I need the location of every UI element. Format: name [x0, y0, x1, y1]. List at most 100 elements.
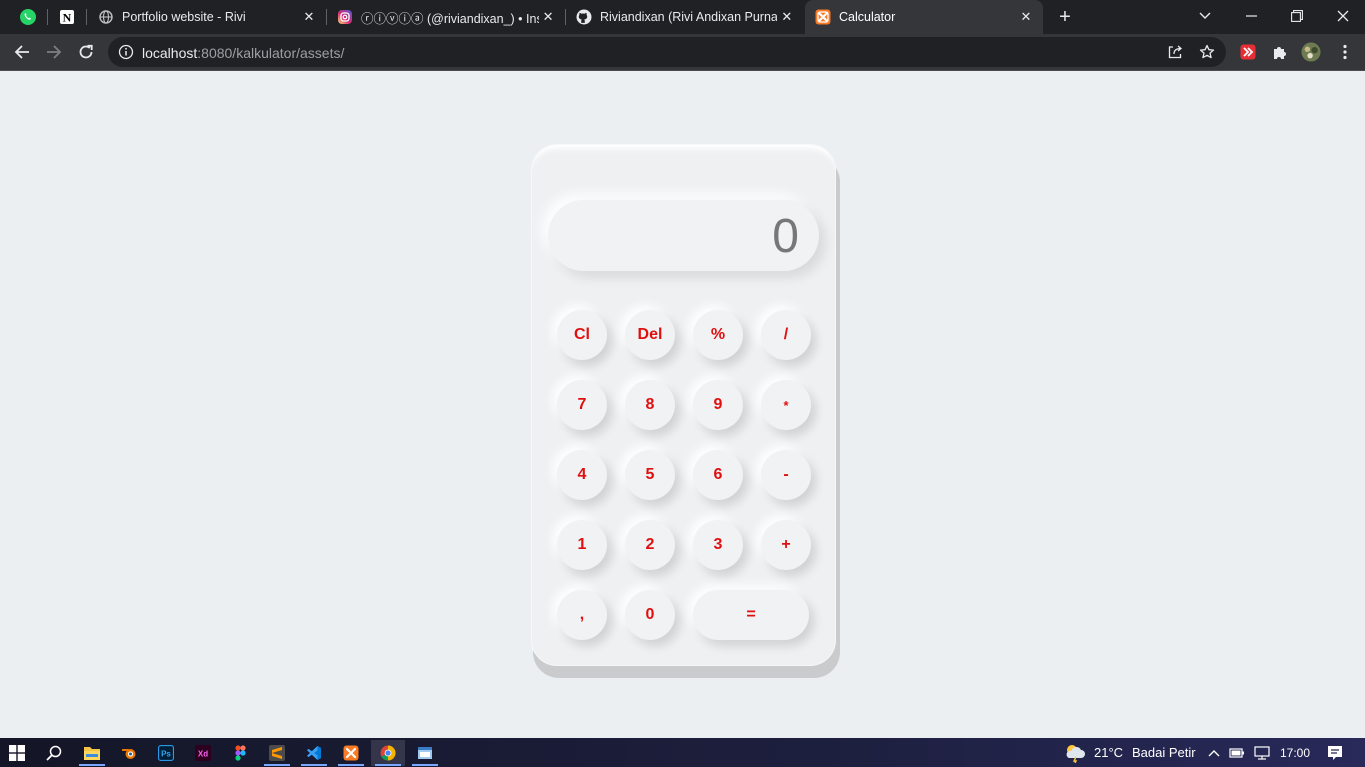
taskbar-window-app[interactable]: [408, 740, 442, 766]
extensions-puzzle-icon[interactable]: [1270, 42, 1290, 62]
adobe-xd-icon: Xd: [195, 745, 211, 761]
tab-search-button[interactable]: [1182, 0, 1228, 32]
display-value: 0: [772, 210, 799, 263]
chrome-icon: [380, 745, 396, 761]
taskbar-vscode[interactable]: [297, 740, 331, 766]
globe-icon: [98, 9, 114, 25]
start-button[interactable]: [0, 740, 34, 766]
tab-title: Calculator: [839, 10, 896, 24]
key-multiply[interactable]: *: [761, 380, 811, 430]
reload-button[interactable]: [72, 38, 100, 66]
share-icon[interactable]: [1166, 43, 1184, 61]
tab-title: Portfolio website - Rivi: [122, 10, 246, 24]
svg-text:Xd: Xd: [198, 750, 208, 759]
restore-icon: [1291, 10, 1303, 22]
key-subtract[interactable]: -: [761, 450, 811, 500]
reload-icon: [79, 44, 93, 59]
minimize-icon: [1245, 15, 1257, 17]
pinned-tab-notion[interactable]: N: [48, 0, 86, 34]
notification-center[interactable]: [1318, 740, 1352, 766]
key-seven[interactable]: 7: [557, 380, 607, 430]
key-zero[interactable]: 0: [625, 590, 675, 640]
key-three[interactable]: 3: [693, 520, 743, 570]
figma-icon: [234, 745, 246, 761]
key-add[interactable]: +: [761, 520, 811, 570]
taskbar-adobe-xd[interactable]: Xd: [186, 740, 220, 766]
browser-toolbar: localhost:8080/kalkulator/assets/: [0, 34, 1365, 71]
taskbar-sublime-text[interactable]: [260, 740, 294, 766]
whatsapp-icon: [20, 9, 36, 25]
taskbar-xampp[interactable]: [334, 740, 368, 766]
new-tab-button[interactable]: +: [1053, 5, 1077, 29]
tray-battery[interactable]: [1227, 740, 1247, 766]
key-five[interactable]: 5: [625, 450, 675, 500]
key-clear[interactable]: Cl: [557, 310, 607, 360]
calculator: 0 Cl Del % / 7 8 9 * 4 5 6 - 1 2 3 + , 0…: [531, 144, 836, 666]
chevron-down-icon: [1199, 12, 1211, 19]
key-eight[interactable]: 8: [625, 380, 675, 430]
battery-icon: [1229, 748, 1244, 758]
url-path: :8080/kalkulator/assets/: [197, 45, 345, 61]
instagram-icon: [337, 9, 353, 25]
weather-widget[interactable]: [1058, 740, 1092, 766]
sublime-text-icon: [269, 745, 285, 761]
menu-kebab-icon[interactable]: [1335, 42, 1355, 62]
calculator-display: 0: [548, 200, 819, 271]
key-four[interactable]: 4: [557, 450, 607, 500]
key-percent[interactable]: %: [693, 310, 743, 360]
address-bar[interactable]: localhost:8080/kalkulator/assets/: [108, 37, 1226, 67]
pinned-tab-whatsapp[interactable]: [9, 0, 47, 34]
key-six[interactable]: 6: [693, 450, 743, 500]
close-window-button[interactable]: [1320, 0, 1365, 32]
tab-github[interactable]: Riviandixan (Rivi Andixan Purnadi) ✕: [566, 0, 803, 34]
weather-condition: Badai Petir: [1132, 745, 1196, 760]
taskbar: Ps Xd 21°C Badai Petir 17:00: [0, 738, 1365, 767]
clock-time[interactable]: 17:00: [1280, 746, 1310, 760]
key-two[interactable]: 2: [625, 520, 675, 570]
close-tab-icon[interactable]: ✕: [298, 6, 320, 28]
star-icon[interactable]: [1198, 43, 1216, 61]
tray-network[interactable]: [1252, 740, 1272, 766]
extension-red-icon[interactable]: [1238, 42, 1258, 62]
profile-avatar[interactable]: [1301, 42, 1321, 62]
close-tab-icon[interactable]: ✕: [1015, 6, 1037, 28]
key-one[interactable]: 1: [557, 520, 607, 570]
key-divide[interactable]: /: [761, 310, 811, 360]
tab-title: ⓡⓘⓥⓘⓐ (@riviandixan_) • Instagram: [361, 11, 539, 26]
blender-icon: [122, 749, 136, 759]
taskbar-figma[interactable]: [223, 740, 257, 766]
url-text[interactable]: localhost:8080/kalkulator/assets/: [142, 45, 344, 61]
network-icon: [1254, 746, 1270, 760]
notion-icon: N: [60, 10, 74, 25]
thunderstorm-icon: [1066, 745, 1085, 763]
svg-text:N: N: [63, 11, 72, 25]
arrow-left-icon: [14, 45, 29, 59]
forward-button[interactable]: [40, 38, 68, 66]
taskbar-search[interactable]: [37, 740, 71, 766]
taskbar-chrome[interactable]: [371, 740, 405, 766]
tab-strip: N Portfolio website - Rivi ✕ ⓡⓘⓥⓘⓐ (@riv…: [0, 0, 1365, 34]
close-tab-icon[interactable]: ✕: [539, 6, 557, 28]
key-comma[interactable]: ,: [557, 590, 607, 640]
show-hidden-icons[interactable]: [1205, 740, 1223, 766]
taskbar-file-explorer[interactable]: [75, 740, 109, 766]
restore-button[interactable]: [1274, 0, 1320, 32]
github-icon: [576, 9, 592, 25]
arrow-right-icon: [47, 45, 62, 59]
info-icon[interactable]: [118, 44, 134, 60]
key-nine[interactable]: 9: [693, 380, 743, 430]
vscode-icon: [307, 746, 321, 760]
taskbar-blender[interactable]: [112, 740, 146, 766]
close-tab-icon[interactable]: ✕: [777, 6, 797, 28]
tab-calculator[interactable]: Calculator ✕: [805, 0, 1043, 34]
key-equals[interactable]: =: [693, 590, 809, 640]
search-icon: [46, 745, 62, 761]
svg-text:Ps: Ps: [161, 750, 171, 759]
key-delete[interactable]: Del: [625, 310, 675, 360]
tab-instagram[interactable]: ⓡⓘⓥⓘⓐ (@riviandixan_) • Instagram ✕: [327, 0, 563, 34]
weather-temp: 21°C: [1094, 745, 1124, 760]
minimize-button[interactable]: [1228, 0, 1274, 32]
back-button[interactable]: [8, 38, 36, 66]
taskbar-photoshop[interactable]: Ps: [149, 740, 183, 766]
tab-portfolio[interactable]: Portfolio website - Rivi ✕: [88, 0, 326, 34]
